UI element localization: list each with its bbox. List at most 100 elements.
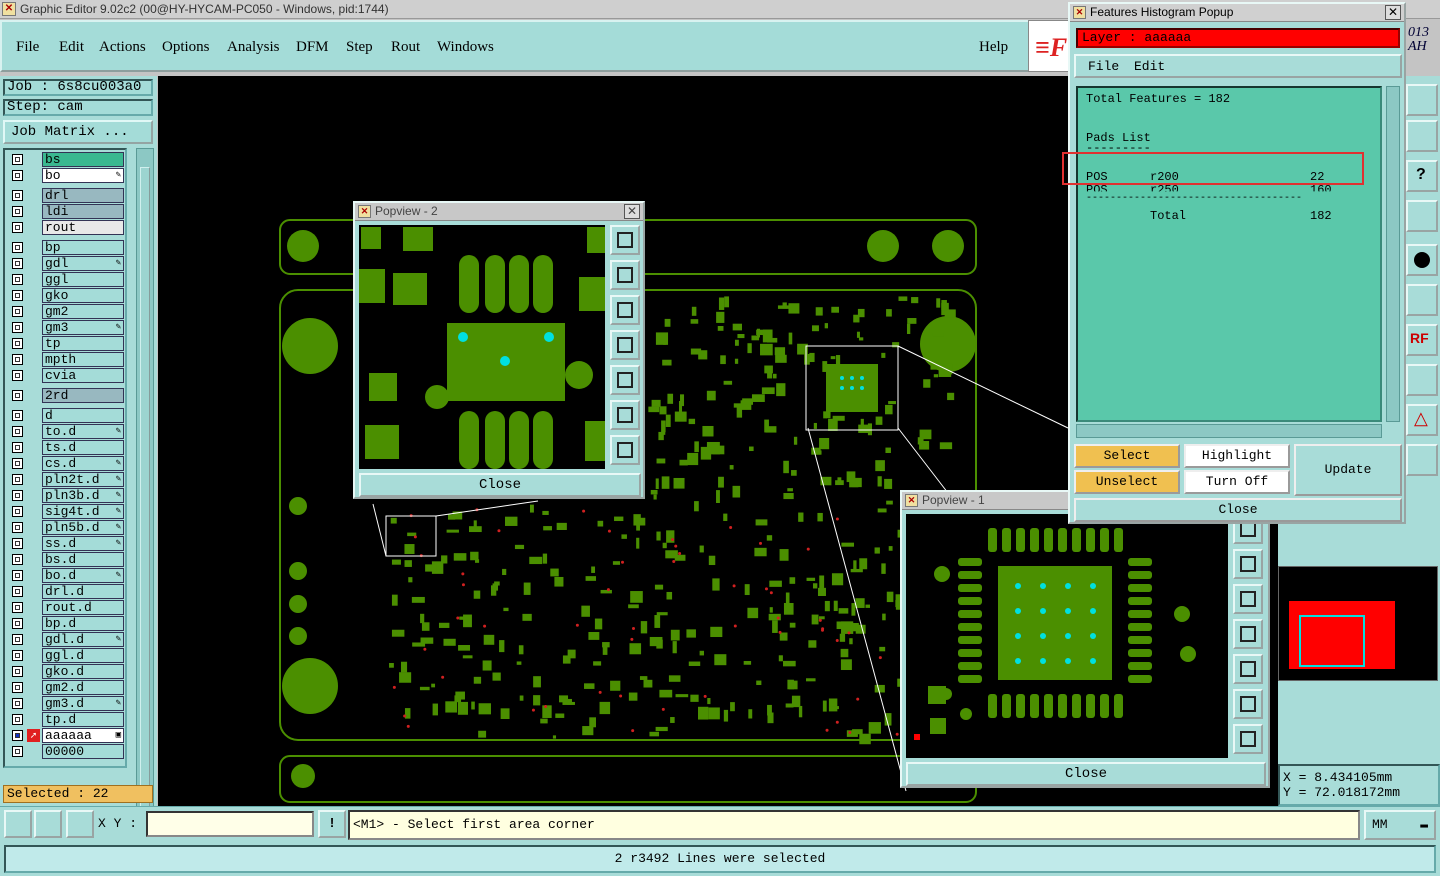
layer-checkbox[interactable] (12, 390, 23, 401)
layer-checkbox[interactable] (12, 190, 23, 201)
layer-row-bo-d[interactable]: bo.d ✎ (7, 568, 125, 583)
layer-checkbox[interactable] (12, 322, 23, 333)
layer-row-aaaaaa[interactable]: ➚ aaaaaa ▣ (7, 728, 125, 743)
layer-checkbox[interactable] (12, 650, 23, 661)
layer-checkbox[interactable] (12, 666, 23, 677)
layer-checkbox[interactable] (12, 746, 23, 757)
layer-checkbox[interactable] (12, 570, 23, 581)
xy-input[interactable] (146, 811, 314, 837)
layer-name[interactable]: aaaaaa ▣ (42, 728, 124, 743)
layer-checkbox[interactable] (12, 714, 23, 725)
layer-name[interactable]: ts.d (42, 440, 124, 455)
layer-row-pln3b-d[interactable]: pln3b.d ✎ (7, 488, 125, 503)
select-button[interactable]: Select (1074, 444, 1180, 468)
layer-name[interactable]: rout.d (42, 600, 124, 615)
layer-name[interactable]: sig4t.d ✎ (42, 504, 124, 519)
layer-row-rout[interactable]: rout (7, 220, 125, 235)
snap-icon[interactable] (1406, 284, 1438, 316)
layer-checkbox[interactable] (12, 258, 23, 269)
warning-icon[interactable]: △ (1406, 404, 1438, 436)
layer-row-ldi[interactable]: ldi (7, 204, 125, 219)
layer-checkbox[interactable] (12, 586, 23, 597)
layer-row-gko[interactable]: gko (7, 288, 125, 303)
pan-right-icon[interactable] (610, 365, 640, 395)
layer-name[interactable]: gm3.d ✎ (42, 696, 124, 711)
layer-name[interactable]: tp.d (42, 712, 124, 727)
layer-row-gm2[interactable]: gm2 (7, 304, 125, 319)
histogram-hscroll[interactable] (1076, 424, 1382, 438)
popview-2-viewport[interactable] (359, 225, 605, 469)
layer-row-to-d[interactable]: to.d ✎ (7, 424, 125, 439)
layer-name[interactable]: pln5b.d ✎ (42, 520, 124, 535)
pad-icon[interactable] (1406, 244, 1438, 276)
pan-left-icon[interactable] (610, 330, 640, 360)
layer-checkbox[interactable] (12, 602, 23, 613)
scrollbar-thumb[interactable] (140, 167, 150, 839)
popview-2-title-bar[interactable]: ✕ Popview - 2 ✕ (355, 203, 643, 221)
layer-row-bs-d[interactable]: bs.d (7, 552, 125, 567)
pan-right-icon[interactable] (1233, 654, 1263, 684)
minimap-viewport[interactable] (1299, 615, 1365, 667)
layer-checkbox[interactable] (12, 474, 23, 485)
layer-checkbox[interactable] (12, 274, 23, 285)
layer-row-bp-d[interactable]: bp.d (7, 616, 125, 631)
zoom-fit-icon[interactable] (1406, 84, 1438, 116)
histogram-vscroll[interactable] (1386, 86, 1400, 422)
unselect-button[interactable]: Unselect (1074, 470, 1180, 494)
layer-row-sig4t-d[interactable]: sig4t.d ✎ (7, 504, 125, 519)
layer-name[interactable]: ggl.d (42, 648, 124, 663)
layer-name[interactable]: mpth (42, 352, 124, 367)
layer-name[interactable]: bs (42, 152, 124, 167)
zoom-in-icon[interactable] (610, 400, 640, 430)
layer-row-pln2t-d[interactable]: pln2t.d ✎ (7, 472, 125, 487)
layer-icon[interactable] (1406, 120, 1438, 152)
layer-row-gm3-d[interactable]: gm3.d ✎ (7, 696, 125, 711)
layer-row-tp-d[interactable]: tp.d (7, 712, 125, 727)
layer-row-bs[interactable]: bs (7, 152, 125, 167)
layer-row-drl-d[interactable]: drl.d (7, 584, 125, 599)
layer-row-gdl[interactable]: gdl ✎ (7, 256, 125, 271)
layer-name[interactable]: cs.d ✎ (42, 456, 124, 471)
layer-name[interactable]: gdl ✎ (42, 256, 124, 271)
layer-row-drl[interactable]: drl (7, 188, 125, 203)
popview-1-viewport[interactable] (906, 514, 1228, 758)
histogram-close-button[interactable]: Close (1074, 498, 1402, 522)
job-matrix-button[interactable]: Job Matrix ... (3, 120, 153, 144)
help-icon[interactable]: ? (1406, 160, 1438, 192)
layer-name[interactable]: cvia (42, 368, 124, 383)
layer-name[interactable]: gm2 (42, 304, 124, 319)
layer-checkbox[interactable] (12, 170, 23, 181)
measure-line-icon[interactable] (34, 810, 62, 838)
menu-options[interactable]: Options (162, 39, 210, 56)
layer-row-2rd[interactable]: 2rd (7, 388, 125, 403)
units-select[interactable]: MM ▬ (1364, 810, 1436, 840)
info-icon[interactable]: ! (318, 810, 346, 838)
layer-row-rout-d[interactable]: rout.d (7, 600, 125, 615)
close-icon[interactable]: ✕ (624, 204, 640, 219)
measure-icon[interactable] (1406, 200, 1438, 232)
layer-name[interactable]: to.d ✎ (42, 424, 124, 439)
layer-name[interactable]: bs.d (42, 552, 124, 567)
layer-checkbox[interactable] (12, 634, 23, 645)
layer-name[interactable]: gm2.d (42, 680, 124, 695)
menu-dfm[interactable]: DFM (296, 39, 329, 56)
popview-2-close-button[interactable]: Close (359, 473, 641, 497)
select-area-icon[interactable] (4, 810, 32, 838)
layer-checkbox[interactable] (12, 410, 23, 421)
layer-checkbox[interactable] (12, 554, 23, 565)
layer-name[interactable]: bp (42, 240, 124, 255)
zoom-out-icon[interactable] (1233, 724, 1263, 754)
layer-row-ts-d[interactable]: ts.d (7, 440, 125, 455)
layer-name[interactable]: ldi (42, 204, 124, 219)
layer-checkbox[interactable] (12, 306, 23, 317)
layer-row-ggl-d[interactable]: ggl.d (7, 648, 125, 663)
layer-checkbox[interactable] (12, 154, 23, 165)
layer-checkbox[interactable] (12, 730, 23, 741)
layer-name[interactable]: ggl (42, 272, 124, 287)
layer-row-d[interactable]: d (7, 408, 125, 423)
layer-checkbox[interactable] (12, 442, 23, 453)
close-icon[interactable]: ✕ (1385, 5, 1401, 20)
zoom-home-icon[interactable] (610, 225, 640, 255)
update-button[interactable]: Update (1294, 444, 1402, 496)
zoom-out-icon[interactable] (610, 435, 640, 465)
